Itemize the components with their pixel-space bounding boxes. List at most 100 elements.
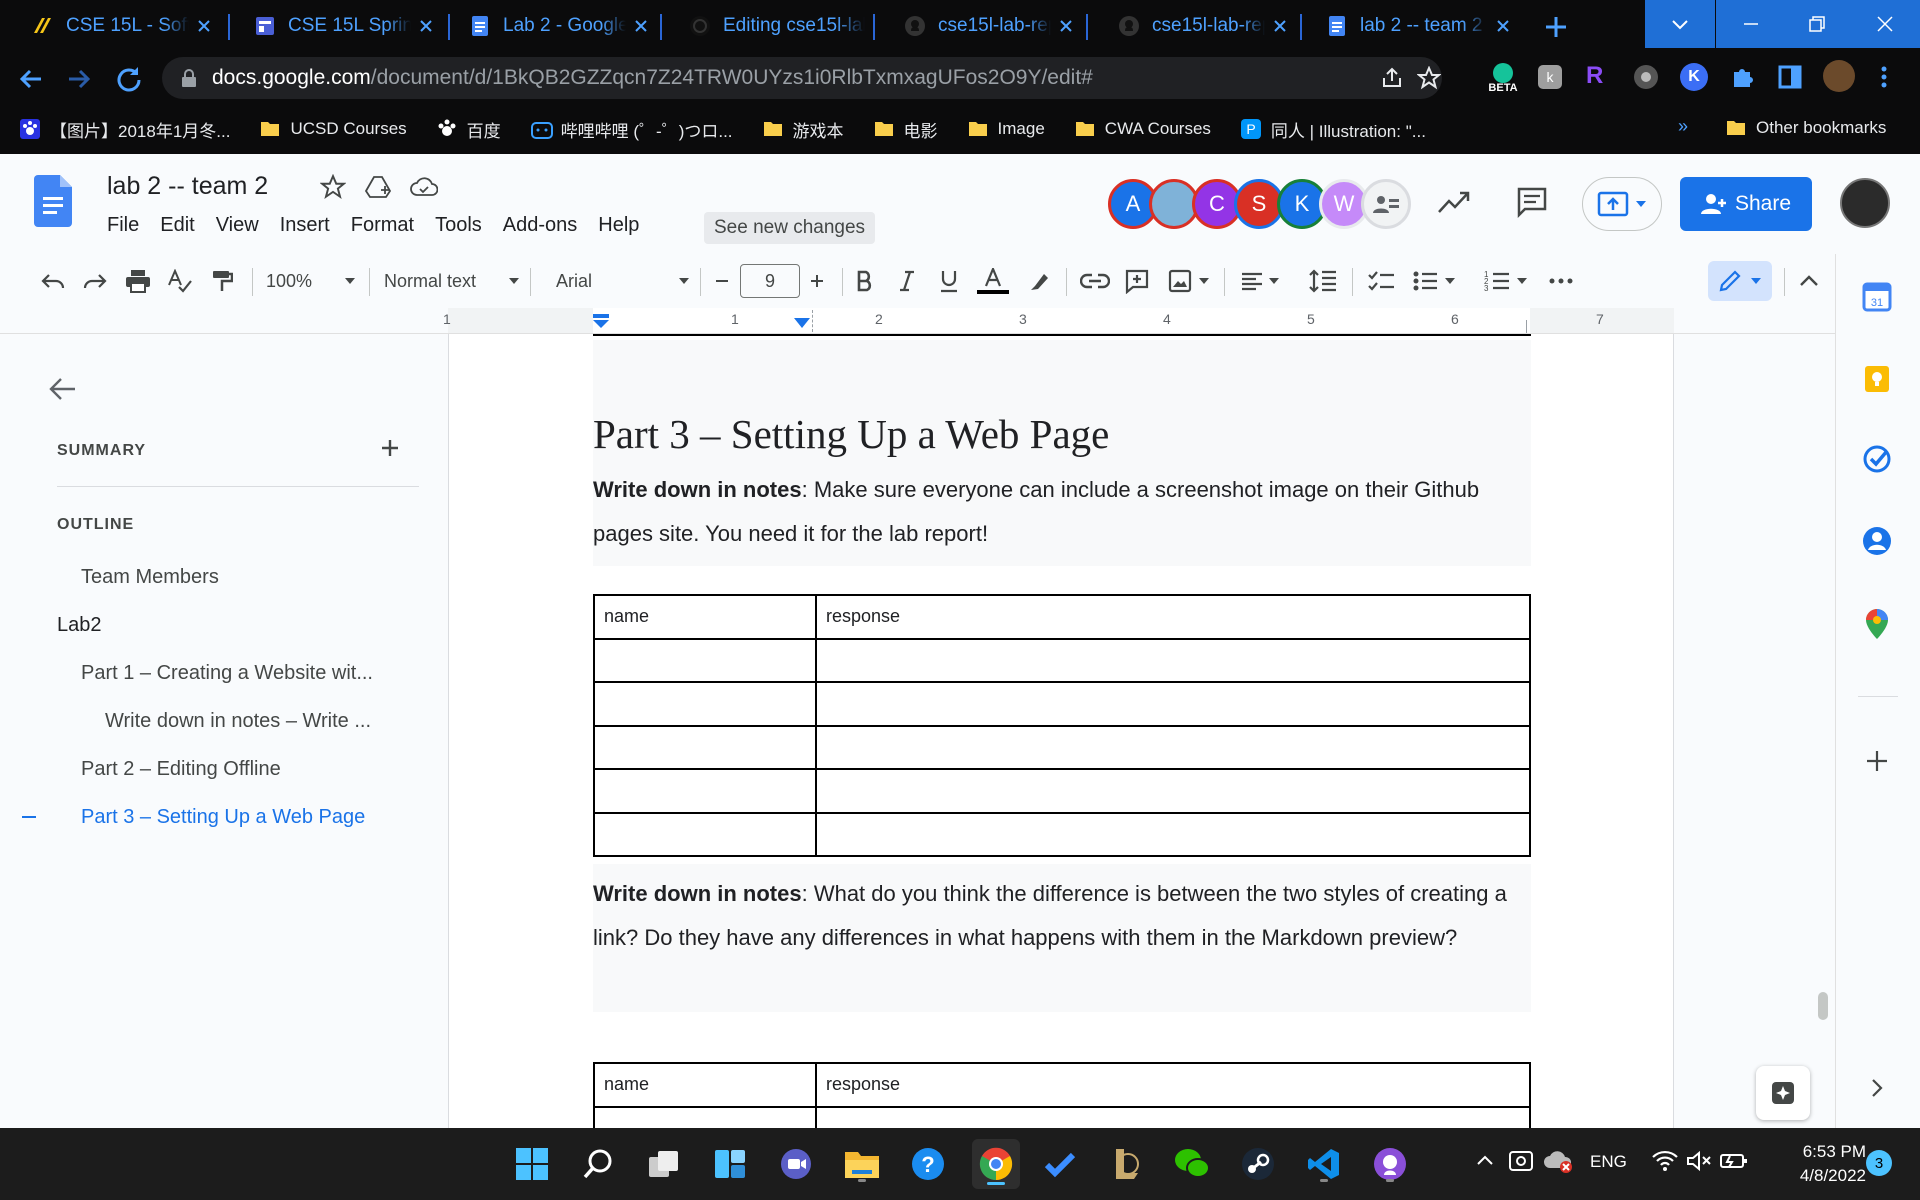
increase-font-size-button[interactable] <box>803 264 831 298</box>
close-window-button[interactable] <box>1850 0 1920 48</box>
close-tab-icon[interactable] <box>195 17 213 35</box>
onedrive-error-icon[interactable] <box>1544 1148 1574 1174</box>
share-button[interactable]: Share <box>1680 177 1812 231</box>
vertical-scrollbar-thumb[interactable] <box>1818 992 1828 1020</box>
table-cell[interactable] <box>593 681 817 727</box>
line-spacing-icon[interactable] <box>1306 264 1340 298</box>
see-new-changes-button[interactable]: See new changes <box>704 212 876 244</box>
outline-item-lab2[interactable]: Lab2 <box>57 614 102 637</box>
tab-cse15l-software[interactable]: CSE 15L - Software <box>8 6 223 46</box>
move-to-drive-icon[interactable] <box>365 174 393 200</box>
numbered-list-button[interactable]: 123 <box>1480 264 1532 298</box>
table-cell[interactable] <box>593 637 817 683</box>
calendar-icon[interactable]: 31 <box>1862 282 1892 312</box>
bulleted-list-button[interactable] <box>1408 264 1460 298</box>
collapse-menus-icon[interactable] <box>1794 264 1824 298</box>
close-tab-icon[interactable] <box>1271 17 1289 35</box>
bookmark-movies[interactable]: 电影 <box>874 117 938 142</box>
wifi-icon[interactable] <box>1652 1150 1678 1172</box>
outline-item-part3-active[interactable]: Part 3 – Setting Up a Web Page <box>81 806 365 829</box>
first-line-indent-marker[interactable] <box>794 318 810 328</box>
maps-icon[interactable] <box>1864 608 1890 640</box>
insert-link-icon[interactable] <box>1076 264 1114 298</box>
extension-k-blue-icon[interactable]: K <box>1680 63 1708 91</box>
table-cell[interactable] <box>593 724 817 770</box>
league-of-legends-icon[interactable] <box>1104 1142 1148 1186</box>
minimize-button[interactable] <box>1716 0 1786 48</box>
bookmark-pixiv[interactable]: P 同人 | Illustration: "... <box>1240 117 1426 142</box>
task-view-icon[interactable] <box>642 1142 686 1186</box>
document-title[interactable]: lab 2 -- team 2 <box>107 172 268 201</box>
bookmark-image[interactable]: Image <box>968 119 1045 139</box>
keep-icon[interactable] <box>1862 364 1892 394</box>
redo-icon[interactable] <box>78 264 112 298</box>
back-arrow-icon[interactable] <box>16 64 46 94</box>
table-cell[interactable] <box>593 811 817 857</box>
left-indent-marker[interactable] <box>593 314 609 328</box>
bookmark-cwa-courses[interactable]: CWA Courses <box>1075 119 1211 139</box>
other-bookmarks-folder[interactable]: Other bookmarks <box>1726 118 1886 138</box>
table-header-name[interactable]: name <box>593 1062 817 1108</box>
get-addons-plus-icon[interactable] <box>1866 750 1888 772</box>
bookmarks-overflow-chevron[interactable]: » <box>1678 116 1688 137</box>
extensions-puzzle-icon[interactable] <box>1730 64 1756 90</box>
decrease-font-size-button[interactable] <box>708 264 736 298</box>
extension-steam-icon[interactable] <box>1633 64 1659 90</box>
table-cell[interactable] <box>815 724 1531 770</box>
side-panel-icon[interactable] <box>1777 64 1803 90</box>
close-tab-icon[interactable] <box>1494 17 1512 35</box>
present-button[interactable] <box>1582 177 1662 231</box>
menu-help[interactable]: Help <box>598 214 639 237</box>
account-avatar[interactable] <box>1840 178 1890 228</box>
table-cell[interactable] <box>815 811 1531 857</box>
add-summary-icon[interactable] <box>380 438 400 458</box>
teams-chat-icon[interactable] <box>774 1142 818 1186</box>
widgets-icon[interactable] <box>708 1142 752 1186</box>
bookmark-bilibili[interactable]: 哔哩哔哩 (゜-゜)つロ... <box>530 117 733 142</box>
bookmark-baidu[interactable]: 百度 <box>437 117 501 142</box>
file-explorer-icon[interactable] <box>840 1142 884 1186</box>
profile-avatar[interactable] <box>1823 60 1855 92</box>
undo-icon[interactable] <box>36 264 70 298</box>
close-outline-arrow-icon[interactable] <box>48 376 78 402</box>
extension-r-icon[interactable]: R <box>1586 62 1603 90</box>
volume-muted-icon[interactable] <box>1686 1150 1712 1172</box>
table-cell[interactable] <box>815 637 1531 683</box>
tab-editing-cse15l[interactable]: Editing cse15l-lab <box>665 6 875 46</box>
close-tab-icon[interactable] <box>1057 17 1075 35</box>
show-side-panel-chevron-icon[interactable] <box>1870 1078 1884 1098</box>
cloud-saved-icon[interactable] <box>410 175 438 199</box>
reload-icon[interactable] <box>114 64 144 94</box>
close-tab-icon[interactable] <box>417 17 435 35</box>
table-cell[interactable] <box>593 1105 817 1128</box>
paint-format-icon[interactable] <box>205 264 239 298</box>
underline-icon[interactable] <box>934 264 964 298</box>
more-options-icon[interactable] <box>1544 264 1578 298</box>
editing-mode-button[interactable] <box>1708 261 1772 301</box>
add-comment-icon[interactable] <box>1120 264 1154 298</box>
comments-icon[interactable] <box>1516 186 1548 218</box>
highlight-color-icon[interactable] <box>1022 264 1056 298</box>
table-header-response[interactable]: response <box>815 594 1531 640</box>
font-size-input[interactable]: 9 <box>740 264 800 298</box>
font-family-select[interactable]: Arial <box>556 264 690 298</box>
clock[interactable]: 6:53 PM 4/8/2022 <box>1766 1140 1866 1188</box>
outline-item-team-members[interactable]: Team Members <box>81 566 219 589</box>
outline-item-write-down-notes[interactable]: Write down in notes – Write ... <box>105 710 371 733</box>
steam-icon[interactable] <box>1236 1142 1280 1186</box>
help-icon[interactable]: ? <box>906 1142 950 1186</box>
restore-button[interactable] <box>1782 0 1852 48</box>
table-header-name[interactable]: name <box>593 594 817 640</box>
text-color-icon[interactable] <box>974 264 1012 298</box>
align-select[interactable] <box>1236 264 1284 298</box>
table-cell[interactable] <box>593 768 817 814</box>
tasks-icon[interactable] <box>1862 444 1892 474</box>
chrome-menu-icon[interactable] <box>1876 64 1892 90</box>
menu-view[interactable]: View <box>216 214 259 237</box>
bookmark-tieba[interactable]: 【图片】2018年1月冬... <box>20 117 230 142</box>
close-tab-icon[interactable] <box>632 17 650 35</box>
activity-trend-icon[interactable] <box>1437 188 1471 216</box>
tab-search-button[interactable] <box>1645 0 1715 48</box>
tab-cse15l-lab-reports-2[interactable]: cse15l-lab-reports <box>1094 6 1299 46</box>
share-page-icon[interactable] <box>1380 66 1404 90</box>
